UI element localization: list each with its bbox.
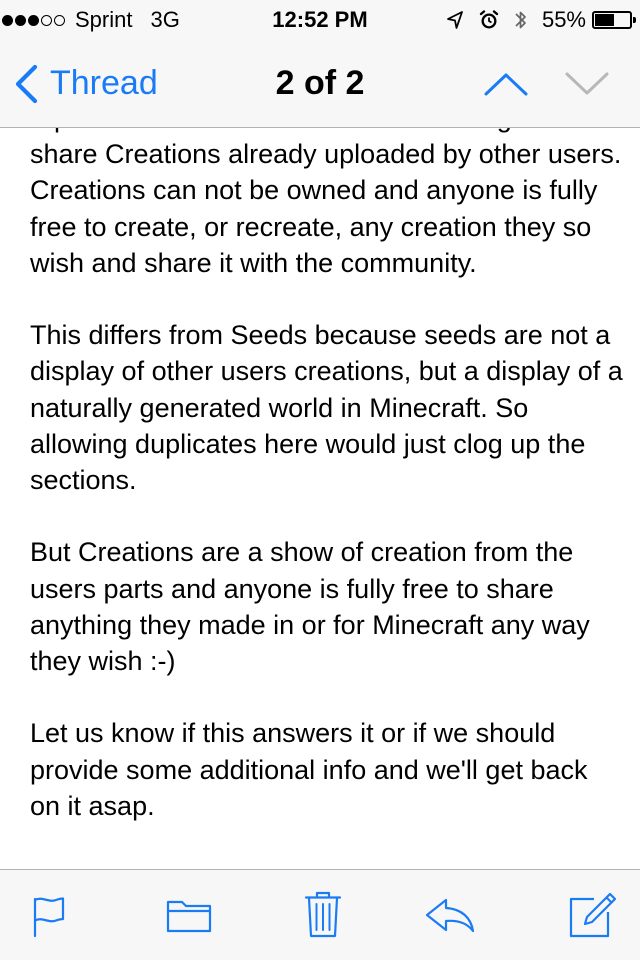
message-content[interactable]: A parallel could be drawn to not allowin… [0, 128, 640, 869]
location-icon [446, 10, 464, 30]
trash-icon [304, 891, 342, 938]
navigation-bar: Thread 2 of 2 [0, 40, 640, 128]
move-to-folder-button[interactable] [162, 870, 216, 960]
message-paragraph: A parallel could be drawn to not allowin… [30, 128, 622, 278]
flag-icon [33, 897, 65, 938]
bluetooth-icon [514, 8, 528, 32]
chevron-left-icon [15, 64, 38, 103]
message-body: A parallel could be drawn to not allowin… [30, 128, 625, 860]
reply-icon [425, 898, 475, 933]
compose-button[interactable] [566, 870, 620, 960]
chevron-up-icon [484, 73, 528, 95]
flag-button[interactable] [22, 870, 76, 960]
status-right: 55% [432, 0, 636, 40]
folder-icon [166, 900, 212, 933]
bottom-toolbar [0, 869, 640, 960]
status-bar: Sprint 3G 12:52 PM 55% [0, 0, 640, 40]
back-button-label: Thread [50, 64, 158, 102]
message-paragraph: But Creations are a show of creation fro… [30, 537, 590, 677]
message-paragraph: Let us know if this answers it or if we … [30, 718, 588, 821]
chevron-down-icon [565, 72, 609, 94]
battery-icon [592, 11, 636, 29]
compose-icon [569, 892, 617, 938]
message-paragraph: This differs from Seeds because seeds ar… [30, 320, 623, 496]
back-button[interactable]: Thread [14, 40, 158, 127]
battery-percent: 55% [541, 7, 586, 32]
next-message-button[interactable] [565, 40, 609, 127]
delete-button[interactable] [296, 870, 350, 960]
battery-level-fill [595, 14, 614, 26]
reply-button[interactable] [420, 870, 480, 960]
previous-message-button[interactable] [484, 40, 528, 127]
alarm-icon [478, 9, 500, 31]
